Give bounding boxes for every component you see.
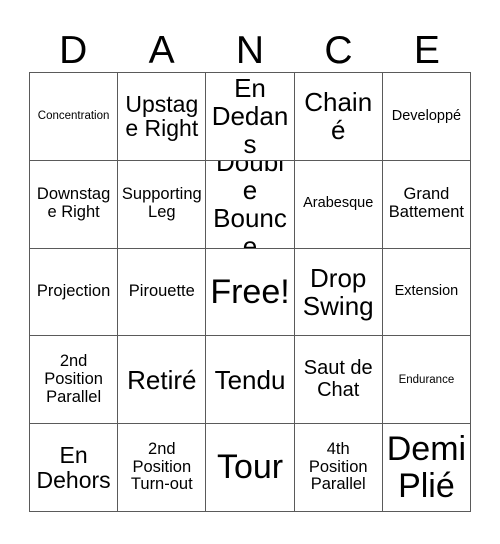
bingo-cell-label: Extension [394,283,459,300]
bingo-cell-label: Supporting Leg [121,185,202,222]
bingo-row: 2nd Position Parallel Retiré Tendu Saut … [30,336,472,425]
bingo-header: D A N C E [29,20,471,72]
bingo-cell-label: Downstage Right [36,185,111,222]
bingo-cell[interactable]: Pirouette [118,248,207,337]
bingo-cell[interactable]: Concentration [30,73,119,161]
bingo-cell-label: Tendu [214,364,286,395]
bingo-card: D A N C E Concentration Upstage Right En… [0,0,500,544]
bingo-cell-label: Concentration [37,110,110,123]
bingo-cell-label: Double Bounce [213,160,287,249]
bingo-cell-label: Chainé [304,87,373,146]
bingo-cell[interactable]: Developpé [382,73,472,161]
bingo-cell[interactable]: Chainé [294,73,383,161]
bingo-cell-label: Upstage Right [125,90,199,142]
bingo-cell[interactable]: Saut de Chat [294,336,383,425]
bingo-cell-label: En Dedans [211,73,289,160]
bingo-cell-label: Pirouette [128,282,195,301]
bingo-cell[interactable]: En Dedans [206,73,295,161]
bingo-cell-label: En Dehors [36,441,111,493]
bingo-cell[interactable]: Extension [382,248,472,337]
bingo-cell[interactable]: Tendu [206,336,295,425]
bingo-row: Downstage Right Supporting Leg Double Bo… [30,160,472,249]
bingo-cell-label: Drop Swing [302,262,374,321]
bingo-cell[interactable]: 4th Position Parallel [294,424,383,512]
bingo-cell[interactable]: Upstage Right [118,73,207,161]
bingo-row: En Dehors 2nd Position Turn-out Tour 4th… [30,424,472,512]
header-letter-2: A [148,29,175,72]
bingo-cell-label: 2nd Position Turn-out [130,439,193,494]
bingo-cell-label: Saut de Chat [303,357,373,401]
header-letter-4: C [324,29,353,72]
bingo-cell[interactable]: 2nd Position Turn-out [118,424,207,512]
bingo-cell[interactable]: Downstage Right [30,160,119,249]
bingo-cell[interactable]: Arabesque [294,160,383,249]
bingo-cell-label: Endurance [398,373,455,386]
bingo-cell-label: 4th Position Parallel [308,439,368,494]
bingo-cell[interactable]: Retiré [118,336,207,425]
bingo-free-label: Free! [210,272,290,311]
bingo-cell-label: Retiré [127,364,197,395]
bingo-cell[interactable]: Grand Battement [382,160,472,249]
bingo-cell-free[interactable]: Free! [206,248,295,337]
bingo-cell-label: 2nd Position Parallel [44,352,103,406]
bingo-row: Projection Pirouette Free! Drop Swing Ex… [30,248,472,337]
bingo-grid: Concentration Upstage Right En Dedans Ch… [29,72,472,512]
header-letter-5: E [413,29,440,72]
bingo-cell[interactable]: Supporting Leg [118,160,207,249]
bingo-cell[interactable]: Demi Plié [382,424,472,512]
header-letter-1: D [59,29,88,72]
bingo-cell[interactable]: Drop Swing [294,248,383,337]
bingo-cell-label: Projection [36,282,111,301]
bingo-cell[interactable]: Tour [206,424,295,512]
bingo-cell[interactable]: 2nd Position Parallel [30,336,119,425]
bingo-cell-label: Tour [216,448,284,487]
bingo-cell-label: Arabesque [303,195,374,212]
bingo-cell[interactable]: Double Bounce [206,160,295,249]
bingo-cell[interactable]: Endurance [382,336,472,425]
bingo-cell-label: Grand Battement [388,185,465,222]
bingo-row: Concentration Upstage Right En Dedans Ch… [30,73,472,161]
bingo-cell-label: Developpé [391,107,462,124]
bingo-cell[interactable]: Projection [30,248,119,337]
header-letter-3: N [235,29,265,72]
bingo-cell[interactable]: En Dehors [30,424,119,512]
bingo-cell-label: Demi Plié [386,429,467,505]
